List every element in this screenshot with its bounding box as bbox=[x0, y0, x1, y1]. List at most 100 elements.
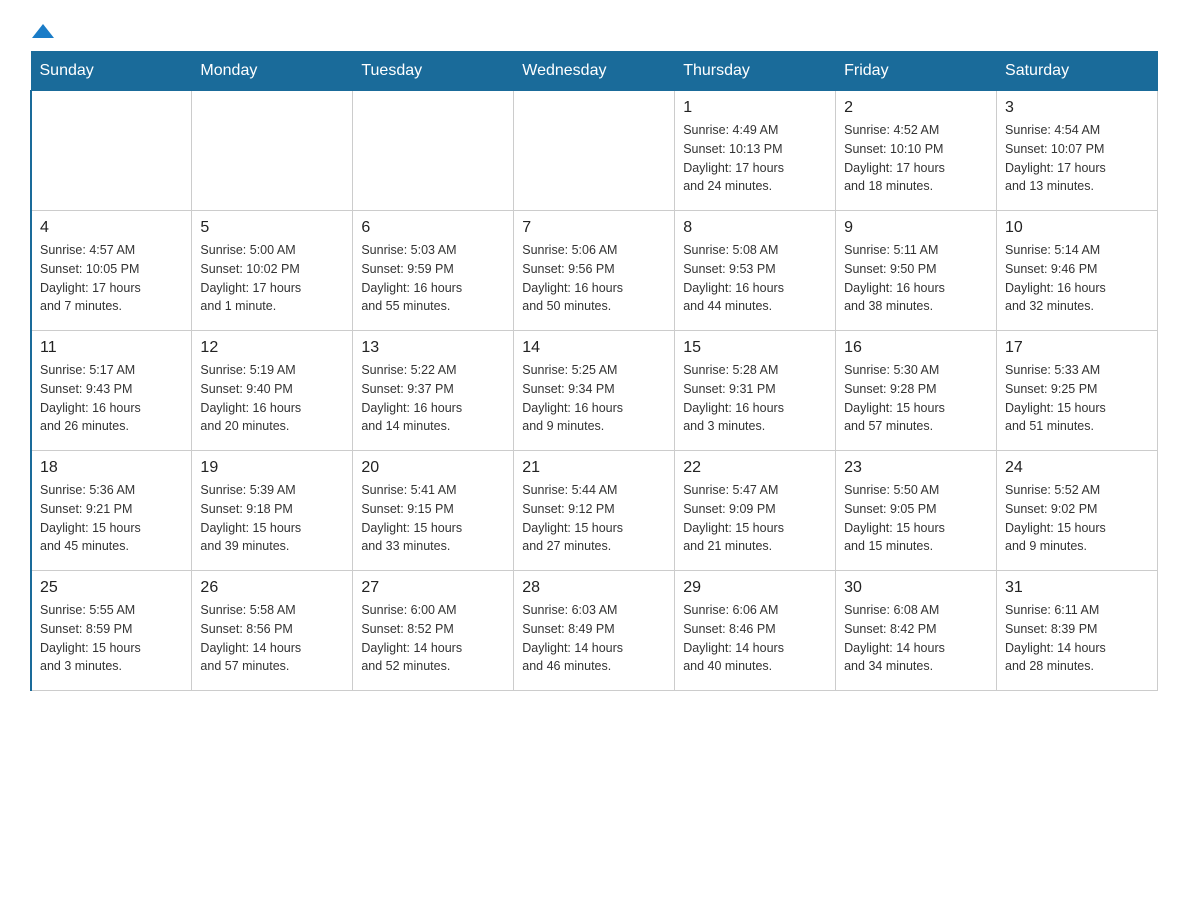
day-info: Sunrise: 5:58 AM Sunset: 8:56 PM Dayligh… bbox=[200, 601, 344, 676]
day-number: 26 bbox=[200, 579, 344, 597]
calendar-cell: 6 Sunrise: 5:03 AM Sunset: 9:59 PM Daylig… bbox=[353, 211, 514, 331]
day-info: Sunrise: 5:06 AM Sunset: 9:56 PM Dayligh… bbox=[522, 241, 666, 316]
day-info: Sunrise: 6:11 AM Sunset: 8:39 PM Dayligh… bbox=[1005, 601, 1149, 676]
day-number: 2 bbox=[844, 99, 988, 117]
calendar-cell: 18 Sunrise: 5:36 AM Sunset: 9:21 PM Dayli… bbox=[31, 451, 192, 571]
calendar-week-row: 1Sunrise: 4:49 AM Sunset: 10:13 PM Dayli… bbox=[31, 91, 1158, 211]
day-info: Sunrise: 6:08 AM Sunset: 8:42 PM Dayligh… bbox=[844, 601, 988, 676]
weekday-header-tuesday: Tuesday bbox=[353, 52, 514, 91]
weekday-header-sunday: Sunday bbox=[31, 52, 192, 91]
day-number: 11 bbox=[40, 339, 183, 357]
day-info: Sunrise: 5:39 AM Sunset: 9:18 PM Dayligh… bbox=[200, 481, 344, 556]
day-number: 15 bbox=[683, 339, 827, 357]
day-info: Sunrise: 5:50 AM Sunset: 9:05 PM Dayligh… bbox=[844, 481, 988, 556]
calendar-cell: 13 Sunrise: 5:22 AM Sunset: 9:37 PM Dayli… bbox=[353, 331, 514, 451]
calendar-cell bbox=[514, 91, 675, 211]
calendar-cell: 15Sunrise: 5:28 AM Sunset: 9:31 PM Dayli… bbox=[675, 331, 836, 451]
day-number: 18 bbox=[40, 459, 183, 477]
calendar-cell: 10Sunrise: 5:14 AM Sunset: 9:46 PM Dayli… bbox=[997, 211, 1158, 331]
calendar-cell: 28Sunrise: 6:03 AM Sunset: 8:49 PM Dayli… bbox=[514, 571, 675, 691]
calendar-cell bbox=[353, 91, 514, 211]
day-number: 22 bbox=[683, 459, 827, 477]
calendar-cell: 7Sunrise: 5:06 AM Sunset: 9:56 PM Daylig… bbox=[514, 211, 675, 331]
calendar-week-row: 25 Sunrise: 5:55 AM Sunset: 8:59 PM Dayli… bbox=[31, 571, 1158, 691]
day-info: Sunrise: 5:22 AM Sunset: 9:37 PM Dayligh… bbox=[361, 361, 505, 436]
day-number: 4 bbox=[40, 219, 183, 237]
calendar-week-row: 18 Sunrise: 5:36 AM Sunset: 9:21 PM Dayli… bbox=[31, 451, 1158, 571]
calendar-cell: 27 Sunrise: 6:00 AM Sunset: 8:52 PM Dayli… bbox=[353, 571, 514, 691]
day-number: 10 bbox=[1005, 219, 1149, 237]
calendar-cell: 31 Sunrise: 6:11 AM Sunset: 8:39 PM Dayli… bbox=[997, 571, 1158, 691]
calendar-header: SundayMondayTuesdayWednesdayThursdayFrid… bbox=[31, 52, 1158, 91]
day-info: Sunrise: 4:52 AM Sunset: 10:10 PM Daylig… bbox=[844, 121, 988, 196]
day-number: 31 bbox=[1005, 579, 1149, 597]
day-number: 16 bbox=[844, 339, 988, 357]
day-info: Sunrise: 5:00 AM Sunset: 10:02 PM Daylig… bbox=[200, 241, 344, 316]
day-info: Sunrise: 5:55 AM Sunset: 8:59 PM Dayligh… bbox=[40, 601, 183, 676]
day-info: Sunrise: 5:52 AM Sunset: 9:02 PM Dayligh… bbox=[1005, 481, 1149, 556]
calendar-cell: 22 Sunrise: 5:47 AM Sunset: 9:09 PM Dayli… bbox=[675, 451, 836, 571]
calendar-cell: 30 Sunrise: 6:08 AM Sunset: 8:42 PM Dayli… bbox=[836, 571, 997, 691]
day-number: 19 bbox=[200, 459, 344, 477]
day-info: Sunrise: 4:54 AM Sunset: 10:07 PM Daylig… bbox=[1005, 121, 1149, 196]
day-info: Sunrise: 5:47 AM Sunset: 9:09 PM Dayligh… bbox=[683, 481, 827, 556]
day-info: Sunrise: 5:36 AM Sunset: 9:21 PM Dayligh… bbox=[40, 481, 183, 556]
calendar-cell: 26 Sunrise: 5:58 AM Sunset: 8:56 PM Dayli… bbox=[192, 571, 353, 691]
calendar-cell: 16 Sunrise: 5:30 AM Sunset: 9:28 PM Dayli… bbox=[836, 331, 997, 451]
day-number: 25 bbox=[40, 579, 183, 597]
day-info: Sunrise: 5:17 AM Sunset: 9:43 PM Dayligh… bbox=[40, 361, 183, 436]
day-info: Sunrise: 5:19 AM Sunset: 9:40 PM Dayligh… bbox=[200, 361, 344, 436]
calendar-cell: 5 Sunrise: 5:00 AM Sunset: 10:02 PM Dayli… bbox=[192, 211, 353, 331]
calendar-cell: 1Sunrise: 4:49 AM Sunset: 10:13 PM Dayli… bbox=[675, 91, 836, 211]
calendar-cell: 9 Sunrise: 5:11 AM Sunset: 9:50 PM Daylig… bbox=[836, 211, 997, 331]
calendar-cell: 25 Sunrise: 5:55 AM Sunset: 8:59 PM Dayli… bbox=[31, 571, 192, 691]
day-number: 8 bbox=[683, 219, 827, 237]
day-number: 3 bbox=[1005, 99, 1149, 117]
logo bbox=[30, 20, 54, 41]
day-number: 6 bbox=[361, 219, 505, 237]
weekday-header-thursday: Thursday bbox=[675, 52, 836, 91]
day-info: Sunrise: 5:44 AM Sunset: 9:12 PM Dayligh… bbox=[522, 481, 666, 556]
weekday-header-wednesday: Wednesday bbox=[514, 52, 675, 91]
calendar-cell: 11 Sunrise: 5:17 AM Sunset: 9:43 PM Dayli… bbox=[31, 331, 192, 451]
day-number: 28 bbox=[522, 579, 666, 597]
day-number: 27 bbox=[361, 579, 505, 597]
day-number: 24 bbox=[1005, 459, 1149, 477]
calendar-cell: 29 Sunrise: 6:06 AM Sunset: 8:46 PM Dayli… bbox=[675, 571, 836, 691]
calendar-cell: 24 Sunrise: 5:52 AM Sunset: 9:02 PM Dayli… bbox=[997, 451, 1158, 571]
day-number: 13 bbox=[361, 339, 505, 357]
page-header bbox=[30, 20, 1158, 41]
logo-arrow-icon bbox=[32, 20, 54, 42]
calendar-cell: 2 Sunrise: 4:52 AM Sunset: 10:10 PM Dayli… bbox=[836, 91, 997, 211]
day-info: Sunrise: 4:57 AM Sunset: 10:05 PM Daylig… bbox=[40, 241, 183, 316]
calendar-week-row: 4 Sunrise: 4:57 AM Sunset: 10:05 PM Dayli… bbox=[31, 211, 1158, 331]
day-info: Sunrise: 6:00 AM Sunset: 8:52 PM Dayligh… bbox=[361, 601, 505, 676]
calendar-cell: 12 Sunrise: 5:19 AM Sunset: 9:40 PM Dayli… bbox=[192, 331, 353, 451]
day-number: 29 bbox=[683, 579, 827, 597]
calendar-cell: 3 Sunrise: 4:54 AM Sunset: 10:07 PM Dayli… bbox=[997, 91, 1158, 211]
day-info: Sunrise: 5:41 AM Sunset: 9:15 PM Dayligh… bbox=[361, 481, 505, 556]
day-number: 20 bbox=[361, 459, 505, 477]
weekday-header-friday: Friday bbox=[836, 52, 997, 91]
day-info: Sunrise: 5:30 AM Sunset: 9:28 PM Dayligh… bbox=[844, 361, 988, 436]
day-info: Sunrise: 5:11 AM Sunset: 9:50 PM Dayligh… bbox=[844, 241, 988, 316]
day-number: 1 bbox=[683, 99, 827, 117]
day-number: 9 bbox=[844, 219, 988, 237]
day-info: Sunrise: 5:25 AM Sunset: 9:34 PM Dayligh… bbox=[522, 361, 666, 436]
calendar-cell: 14Sunrise: 5:25 AM Sunset: 9:34 PM Dayli… bbox=[514, 331, 675, 451]
day-number: 12 bbox=[200, 339, 344, 357]
day-number: 30 bbox=[844, 579, 988, 597]
calendar-cell: 19 Sunrise: 5:39 AM Sunset: 9:18 PM Dayli… bbox=[192, 451, 353, 571]
day-number: 23 bbox=[844, 459, 988, 477]
day-info: Sunrise: 5:08 AM Sunset: 9:53 PM Dayligh… bbox=[683, 241, 827, 316]
calendar-table: SundayMondayTuesdayWednesdayThursdayFrid… bbox=[30, 51, 1158, 691]
weekday-header-saturday: Saturday bbox=[997, 52, 1158, 91]
weekday-header-monday: Monday bbox=[192, 52, 353, 91]
day-info: Sunrise: 6:06 AM Sunset: 8:46 PM Dayligh… bbox=[683, 601, 827, 676]
day-info: Sunrise: 5:03 AM Sunset: 9:59 PM Dayligh… bbox=[361, 241, 505, 316]
calendar-cell: 4 Sunrise: 4:57 AM Sunset: 10:05 PM Dayli… bbox=[31, 211, 192, 331]
calendar-week-row: 11 Sunrise: 5:17 AM Sunset: 9:43 PM Dayli… bbox=[31, 331, 1158, 451]
calendar-cell: 23 Sunrise: 5:50 AM Sunset: 9:05 PM Dayli… bbox=[836, 451, 997, 571]
day-number: 21 bbox=[522, 459, 666, 477]
day-number: 5 bbox=[200, 219, 344, 237]
